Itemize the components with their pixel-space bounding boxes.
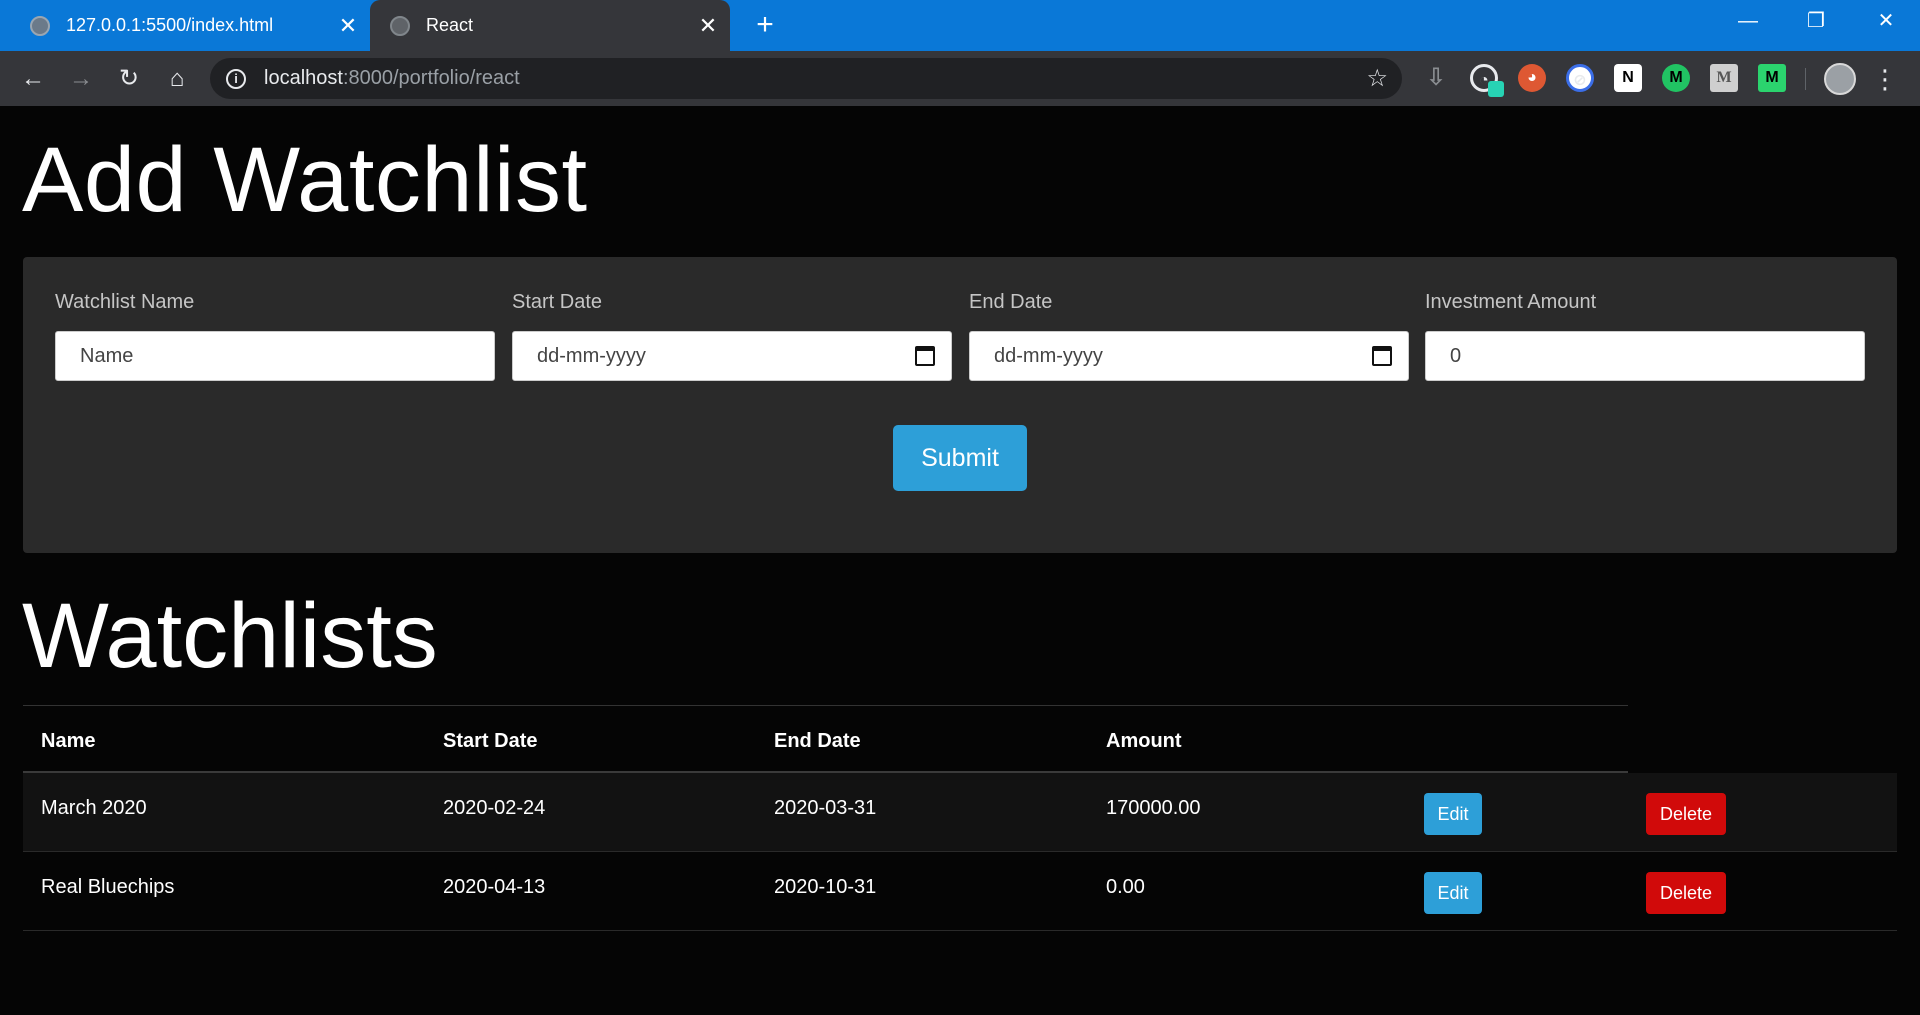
end-date-field: End Date dd-mm-yyyy xyxy=(969,291,1409,381)
reload-icon[interactable]: ↻ xyxy=(112,62,146,96)
table-row: March 2020 2020-02-24 2020-03-31 170000.… xyxy=(23,773,1897,852)
back-icon[interactable]: ← xyxy=(16,62,50,96)
browser-tab-2-active[interactable]: React ✕ xyxy=(370,0,730,51)
cell-end-date: 2020-03-31 xyxy=(774,797,877,819)
column-header-start-date: Start Date xyxy=(443,730,538,752)
forward-icon[interactable]: → xyxy=(64,62,98,96)
add-watchlist-heading: Add Watchlist xyxy=(22,129,588,231)
investment-amount-label: Investment Amount xyxy=(1425,291,1597,313)
delete-button[interactable]: Delete xyxy=(1646,793,1726,835)
blocker-extension-icon[interactable]: ⊘ xyxy=(1566,64,1594,92)
m-extension-icon[interactable]: M xyxy=(1758,64,1786,92)
address-bar[interactable]: i localhost:8000/portfolio/react ☆ xyxy=(210,58,1402,99)
cell-amount: 0.00 xyxy=(1106,876,1145,898)
browser-tab-bar: 127.0.0.1:5500/index.html ✕ React ✕ + — … xyxy=(0,0,1920,51)
cell-start-date: 2020-04-13 xyxy=(443,876,546,898)
cell-name: Real Bluechips xyxy=(41,876,175,898)
investment-amount-field: Investment Amount 0 xyxy=(1425,291,1865,381)
watchlist-name-field: Watchlist Name Name xyxy=(55,291,495,381)
home-icon[interactable]: ⌂ xyxy=(160,62,194,96)
mercury-extension-icon[interactable]: M xyxy=(1662,64,1690,92)
bookmark-star-icon[interactable]: ☆ xyxy=(1366,64,1388,93)
delete-button[interactable]: Delete xyxy=(1646,872,1726,914)
calendar-icon[interactable] xyxy=(1372,346,1392,366)
watchlist-name-label: Watchlist Name xyxy=(55,291,195,313)
window-minimize-button[interactable]: — xyxy=(1720,0,1776,45)
edit-button[interactable]: Edit xyxy=(1424,872,1482,914)
page-content: Add Watchlist Watchlist Name Name Start … xyxy=(0,106,1920,1015)
watchlist-name-input[interactable]: Name xyxy=(55,331,495,381)
investment-amount-value: 0 xyxy=(1450,344,1462,367)
start-date-placeholder: dd-mm-yyyy xyxy=(537,344,646,367)
column-header-end-date: End Date xyxy=(774,730,861,752)
download-extension-icon[interactable]: ⇩ xyxy=(1422,64,1450,92)
tab-close-icon[interactable]: ✕ xyxy=(696,13,720,39)
new-tab-button[interactable]: + xyxy=(748,8,782,42)
start-date-field: Start Date dd-mm-yyyy xyxy=(512,291,952,381)
column-header-name: Name xyxy=(41,730,96,752)
investment-amount-input[interactable]: 0 xyxy=(1425,331,1865,381)
cell-end-date: 2020-10-31 xyxy=(774,876,877,898)
cell-amount: 170000.00 xyxy=(1106,797,1201,819)
add-watchlist-form: Watchlist Name Name Start Date dd-mm-yyy… xyxy=(23,257,1897,553)
globe-icon xyxy=(390,15,410,36)
window-restore-button[interactable]: ❐ xyxy=(1788,0,1844,45)
watchlists-heading: Watchlists xyxy=(22,585,438,687)
profile-avatar[interactable] xyxy=(1824,63,1856,95)
submit-button[interactable]: Submit xyxy=(893,425,1027,491)
tab-title: 127.0.0.1:5500/index.html xyxy=(66,15,274,35)
table-row: Real Bluechips 2020-04-13 2020-10-31 0.0… xyxy=(23,852,1897,931)
edit-button[interactable]: Edit xyxy=(1424,793,1482,835)
url-host: localhost xyxy=(264,67,343,89)
watchlist-name-placeholder: Name xyxy=(80,344,134,367)
browser-toolbar: ← → ↻ ⌂ i localhost:8000/portfolio/react… xyxy=(0,51,1920,106)
end-date-label: End Date xyxy=(969,291,1053,313)
cell-start-date: 2020-02-24 xyxy=(443,797,546,819)
table-header: Name Start Date End Date Amount xyxy=(23,705,1628,773)
info-icon[interactable]: i xyxy=(226,68,246,89)
medium-extension-icon[interactable]: M xyxy=(1710,64,1738,92)
toolbar-divider xyxy=(1805,68,1806,90)
globe-icon xyxy=(30,15,50,36)
url-path: :8000/portfolio/react xyxy=(342,67,520,89)
end-date-input[interactable]: dd-mm-yyyy xyxy=(969,331,1409,381)
tab-close-icon[interactable]: ✕ xyxy=(336,13,360,39)
tab-title: React xyxy=(426,15,474,35)
watchlists-table: Name Start Date End Date Amount March 20… xyxy=(23,705,1897,931)
notion-extension-icon[interactable]: N xyxy=(1614,64,1642,92)
browser-tab-1[interactable]: 127.0.0.1:5500/index.html ✕ xyxy=(30,0,360,51)
cell-name: March 2020 xyxy=(41,797,147,819)
calendar-icon[interactable] xyxy=(915,346,935,366)
duckduckgo-extension-icon[interactable]: ◕ xyxy=(1518,64,1546,92)
window-close-button[interactable]: ✕ xyxy=(1858,0,1914,45)
more-menu-icon[interactable]: ⋮ xyxy=(1872,62,1898,96)
start-date-input[interactable]: dd-mm-yyyy xyxy=(512,331,952,381)
start-date-label: Start Date xyxy=(512,291,603,313)
extension-badge xyxy=(1488,81,1504,97)
column-header-amount: Amount xyxy=(1106,730,1182,752)
end-date-placeholder: dd-mm-yyyy xyxy=(994,344,1103,367)
